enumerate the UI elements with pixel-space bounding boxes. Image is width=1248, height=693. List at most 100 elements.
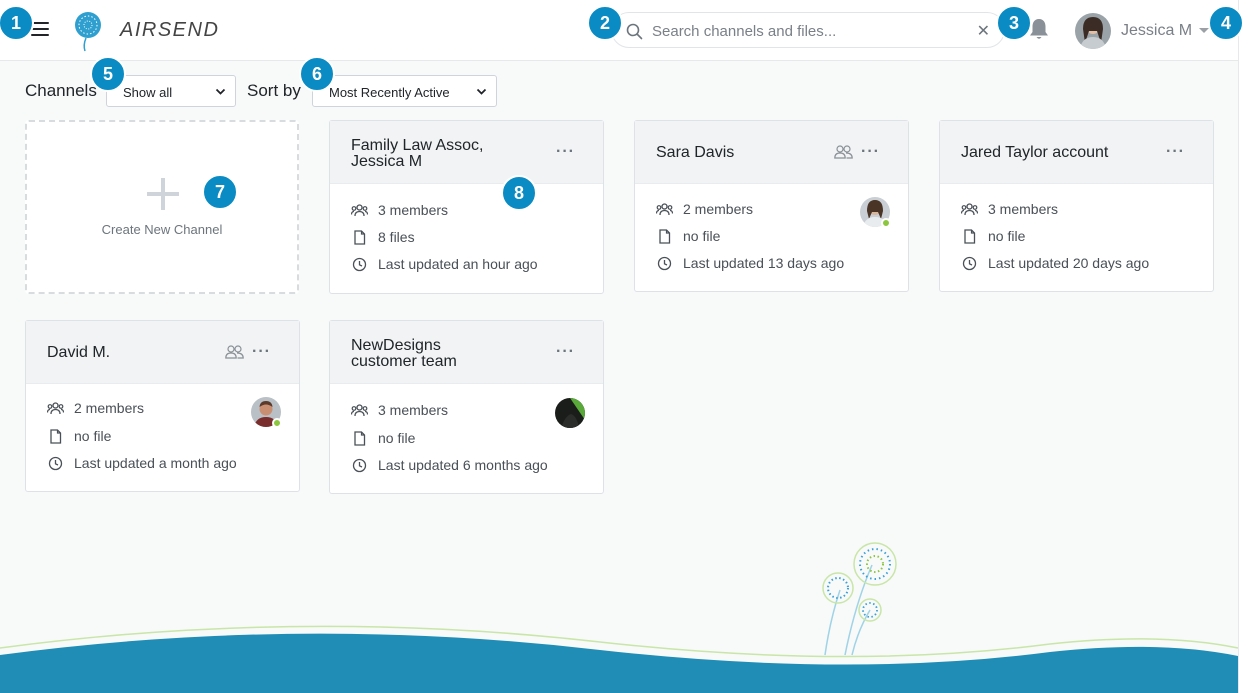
last-updated: Last updated 6 months ago [378, 457, 548, 473]
members-count: 2 members [683, 201, 754, 217]
scrollbar[interactable] [1238, 0, 1248, 693]
chevron-down-icon [476, 88, 487, 95]
clock-icon [962, 256, 977, 270]
more-icon[interactable]: ··· [556, 343, 575, 361]
members-row: 2 members [47, 400, 144, 416]
members-icon [351, 403, 368, 416]
members-count: 3 members [378, 402, 449, 418]
members-row: 2 members [656, 201, 753, 217]
files-count: no file [378, 430, 416, 446]
clock-icon [48, 456, 63, 470]
files-count: 8 files [378, 229, 415, 245]
files-row: no file [961, 228, 1025, 244]
card-header: David M. ··· [26, 321, 299, 384]
channel-card[interactable]: David M. ··· 2 members no file Last upda… [25, 320, 300, 492]
search-box[interactable]: ✕ [611, 12, 1005, 48]
card-title-line: NewDesigns [351, 337, 441, 354]
files-row: 8 files [351, 229, 415, 245]
create-channel-card[interactable]: Create New Channel [25, 120, 299, 294]
search-input[interactable] [652, 19, 972, 43]
caret-down-icon[interactable] [1199, 28, 1209, 33]
clock-icon [352, 257, 367, 271]
plus-icon [147, 178, 179, 210]
user-name[interactable]: Jessica M [1121, 22, 1192, 40]
members-icon [351, 203, 368, 216]
sort-select[interactable]: Most Recently Active [312, 75, 497, 107]
updated-row: Last updated 20 days ago [961, 255, 1149, 271]
card-title: Family Law Assoc, Jessica M [351, 138, 541, 170]
file-icon [659, 228, 671, 244]
files-count: no file [74, 428, 112, 444]
card-title-line: Family Law Assoc, [351, 137, 484, 154]
card-header: Family Law Assoc, Jessica M ··· [330, 121, 603, 184]
files-count: no file [683, 228, 721, 244]
chevron-down-icon [215, 88, 226, 95]
channel-card[interactable]: NewDesigns customer team ··· 3 members n… [329, 320, 604, 494]
files-count: no file [988, 228, 1026, 244]
channels-filter-value: Show all [123, 85, 173, 100]
updated-row: Last updated 6 months ago [351, 457, 548, 473]
file-icon [354, 430, 366, 446]
file-icon [964, 228, 976, 244]
more-icon[interactable]: ··· [252, 343, 271, 361]
updated-row: Last updated an hour ago [351, 256, 538, 272]
channel-card[interactable]: Family Law Assoc, Jessica M ··· 3 member… [329, 120, 604, 294]
files-row: no file [656, 228, 720, 244]
files-row: no file [47, 428, 111, 444]
members-icon [961, 202, 978, 215]
members-icon [656, 202, 673, 215]
members-icon [47, 401, 64, 414]
sort-label: Sort by [247, 81, 301, 100]
members-count: 2 members [74, 400, 145, 416]
avatar [251, 397, 282, 428]
people-icon [225, 345, 244, 359]
last-updated: Last updated 20 days ago [988, 255, 1150, 271]
last-updated: Last updated 13 days ago [683, 255, 845, 271]
search-icon [626, 23, 643, 40]
clear-icon[interactable]: ✕ [977, 21, 990, 41]
callout-badge: 6 [299, 56, 335, 92]
online-status-indicator [272, 418, 282, 428]
card-title-line: customer team [351, 353, 457, 370]
card-title-line: Jessica M [351, 153, 423, 170]
members-count: 3 members [378, 202, 449, 218]
callout-badge: 4 [1208, 5, 1244, 41]
channel-card[interactable]: Jared Taylor account ··· 3 members no fi… [939, 120, 1214, 292]
card-header: Jared Taylor account ··· [940, 121, 1213, 184]
members-count: 3 members [988, 201, 1059, 217]
file-icon [50, 428, 62, 444]
card-title: Sara Davis [656, 144, 735, 161]
dandelion-logo-icon [75, 12, 101, 52]
footer-wave-illustration [0, 542, 1238, 693]
logo-text: AIRSEND [120, 19, 220, 41]
members-row: 3 members [961, 201, 1058, 217]
callout-badge: 7 [202, 174, 238, 210]
channels-filter-select[interactable]: Show all [106, 75, 236, 107]
more-icon[interactable]: ··· [1166, 143, 1185, 161]
last-updated: Last updated an hour ago [378, 256, 538, 272]
callout-badge: 3 [996, 5, 1032, 41]
people-icon [834, 145, 853, 159]
callout-badge: 2 [587, 5, 623, 41]
file-icon [354, 229, 366, 245]
callout-badge: 8 [501, 175, 537, 211]
updated-row: Last updated 13 days ago [656, 255, 844, 271]
card-title: NewDesigns customer team [351, 338, 541, 370]
more-icon[interactable]: ··· [556, 143, 575, 161]
channels-label: Channels [25, 81, 97, 100]
last-updated: Last updated a month ago [74, 455, 237, 471]
member-photo [555, 398, 585, 428]
card-title: Jared Taylor account [961, 144, 1109, 161]
channel-card[interactable]: Sara Davis ··· 2 members no file Last up… [634, 120, 909, 292]
sort-value: Most Recently Active [329, 85, 450, 100]
online-status-indicator [881, 218, 891, 228]
clock-icon [657, 256, 672, 270]
more-icon[interactable]: ··· [861, 143, 880, 161]
card-header: Sara Davis ··· [635, 121, 908, 184]
create-channel-label: Create New Channel [101, 222, 223, 237]
avatar [555, 398, 585, 428]
members-row: 3 members [351, 402, 448, 418]
avatar[interactable] [1075, 13, 1111, 49]
clock-icon [352, 458, 367, 472]
avatar [860, 197, 891, 228]
